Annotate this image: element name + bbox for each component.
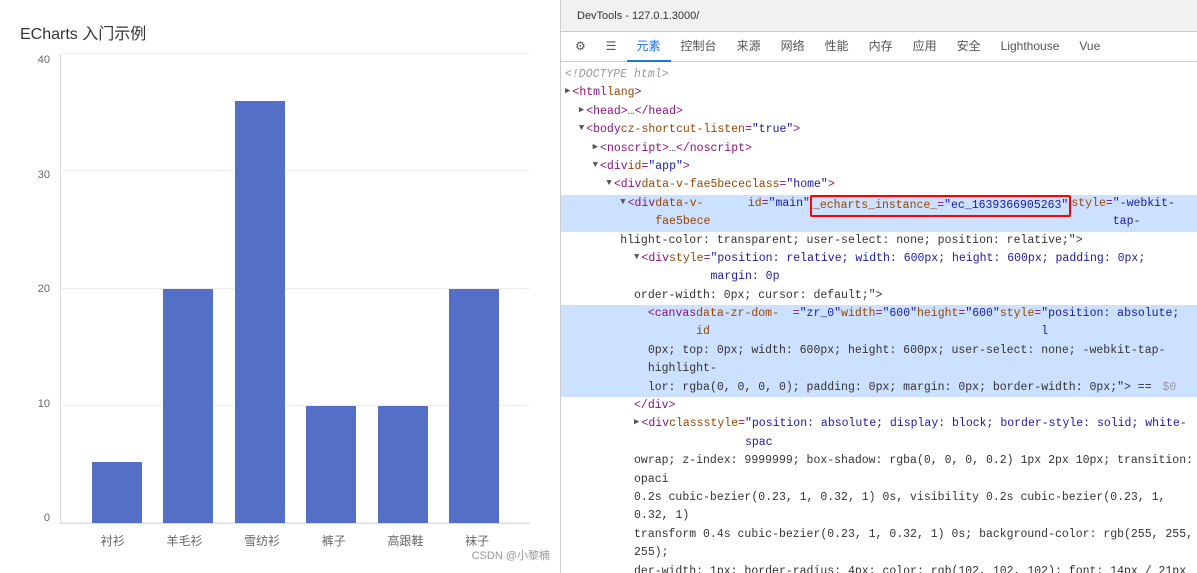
html-line-transform: transform 0.4s cubic-bezier(0.23, 1, 0.3… xyxy=(561,526,1197,563)
devtools-address: DevTools - 127.0.1.3000/ xyxy=(569,10,707,22)
html-line-div-close1: </div> xyxy=(561,397,1197,415)
html-line-der-width: der-width: 1px; border-radius: 4px; colo… xyxy=(561,563,1197,573)
devtools-tabs[interactable]: ⚙☰元素控制台来源网络性能内存应用安全LighthouseVue xyxy=(561,32,1197,62)
html-line-div-style: ▼ <div style="position: relative; width:… xyxy=(561,250,1197,287)
devtools-tab-security[interactable]: 安全 xyxy=(947,32,991,62)
bars-container xyxy=(61,54,530,523)
chart-title: ECharts 入门示例 xyxy=(20,20,540,44)
devtools-tab-elements[interactable]: 元素 xyxy=(627,32,671,62)
y-label-20: 20 xyxy=(38,283,50,295)
devtools-panel: DevTools - 127.0.1.3000/ ⚙☰元素控制台来源网络性能内存… xyxy=(560,0,1197,573)
devtools-tab-lighthouse[interactable]: Lighthouse xyxy=(991,32,1070,62)
bar-裤子 xyxy=(306,406,356,523)
x-label-雪纺衫: 雪纺衫 xyxy=(244,532,280,549)
html-line-order-width: order-width: 0px; cursor: default;"> xyxy=(561,287,1197,305)
y-label-40: 40 xyxy=(38,54,50,66)
html-line-body: ▼ <body cz-shortcut-listen="true"> xyxy=(561,121,1197,139)
html-line-transition: 0.2s cubic-bezier(0.23, 1, 0.32, 1) 0s, … xyxy=(561,489,1197,526)
devtools-tab-application[interactable]: 应用 xyxy=(903,32,947,62)
html-line-div-home: ▼ <div data-v-fae5bece class="home"> xyxy=(561,176,1197,194)
devtools-content: <!DOCTYPE html> ▶ <html lang> ▶ <head>…<… xyxy=(561,62,1197,573)
devtools-tab-network[interactable]: 网络 xyxy=(771,32,815,62)
y-label-0: 0 xyxy=(44,512,50,524)
devtools-tab-icon2[interactable]: ☰ xyxy=(596,32,627,62)
html-line-noscript: ▶ <noscript>…</noscript> xyxy=(561,140,1197,158)
html-line-doctype: <!DOCTYPE html> xyxy=(561,66,1197,84)
devtools-tab-performance[interactable]: 性能 xyxy=(815,32,859,62)
html-line-owrap: owrap; z-index: 9999999; box-shadow: rgb… xyxy=(561,452,1197,489)
chart-body xyxy=(60,54,530,524)
bar-高跟鞋 xyxy=(378,406,428,523)
devtools-tab-icon1[interactable]: ⚙ xyxy=(565,32,596,62)
html-line-div-tooltip: ▶ <div class style="position: absolute; … xyxy=(561,415,1197,452)
devtools-tab-sources[interactable]: 来源 xyxy=(727,32,771,62)
html-line-head: ▶ <head>…</head> xyxy=(561,103,1197,121)
x-label-裤子: 裤子 xyxy=(322,532,346,549)
chart-panel: ECharts 入门示例 40 30 20 10 0 衬衫 羊毛衫 雪纺衫 裤子 高跟鞋… xyxy=(0,0,560,573)
x-label-羊毛衫: 羊毛衫 xyxy=(166,532,202,549)
devtools-tab-vue[interactable]: Vue xyxy=(1069,32,1110,62)
chart-area: 40 30 20 10 0 衬衫 羊毛衫 雪纺衫 裤子 高跟鞋 袜子 xyxy=(20,54,540,554)
x-label-高跟鞋: 高跟鞋 xyxy=(387,532,423,549)
html-line-canvas2: 0px; top: 0px; width: 600px; height: 600… xyxy=(561,342,1197,379)
y-axis: 40 30 20 10 0 xyxy=(20,54,55,524)
y-label-10: 10 xyxy=(38,398,50,410)
x-label-衬衫: 衬衫 xyxy=(101,532,125,549)
devtools-tab-memory[interactable]: 内存 xyxy=(859,32,903,62)
html-line-div-app: ▼ <div id="app"> xyxy=(561,158,1197,176)
bar-衬衫 xyxy=(92,462,142,523)
y-label-30: 30 xyxy=(38,169,50,181)
bar-羊毛衫 xyxy=(163,289,213,524)
bar-袜子 xyxy=(449,289,499,524)
html-line-div-main: ▼ <div data-v-fae5bece id="main" _echart… xyxy=(561,195,1197,232)
x-labels: 衬衫 羊毛衫 雪纺衫 裤子 高跟鞋 袜子 xyxy=(60,526,530,554)
html-line-canvas3: lor: rgba(0, 0, 0, 0); padding: 0px; mar… xyxy=(561,379,1197,397)
html-line-hlight: hlight-color: transparent; user-select: … xyxy=(561,232,1197,250)
bar-雪纺衫 xyxy=(235,101,285,523)
devtools-tab-console[interactable]: 控制台 xyxy=(671,32,727,62)
html-line-html: ▶ <html lang> xyxy=(561,84,1197,102)
watermark: CSDN @小黎楠 xyxy=(472,547,550,563)
html-line-canvas: <canvas data-zr-dom-id="zr_0" width="600… xyxy=(561,305,1197,342)
x-label-袜子: 袜子 xyxy=(465,532,489,549)
devtools-topbar: DevTools - 127.0.1.3000/ xyxy=(561,0,1197,32)
